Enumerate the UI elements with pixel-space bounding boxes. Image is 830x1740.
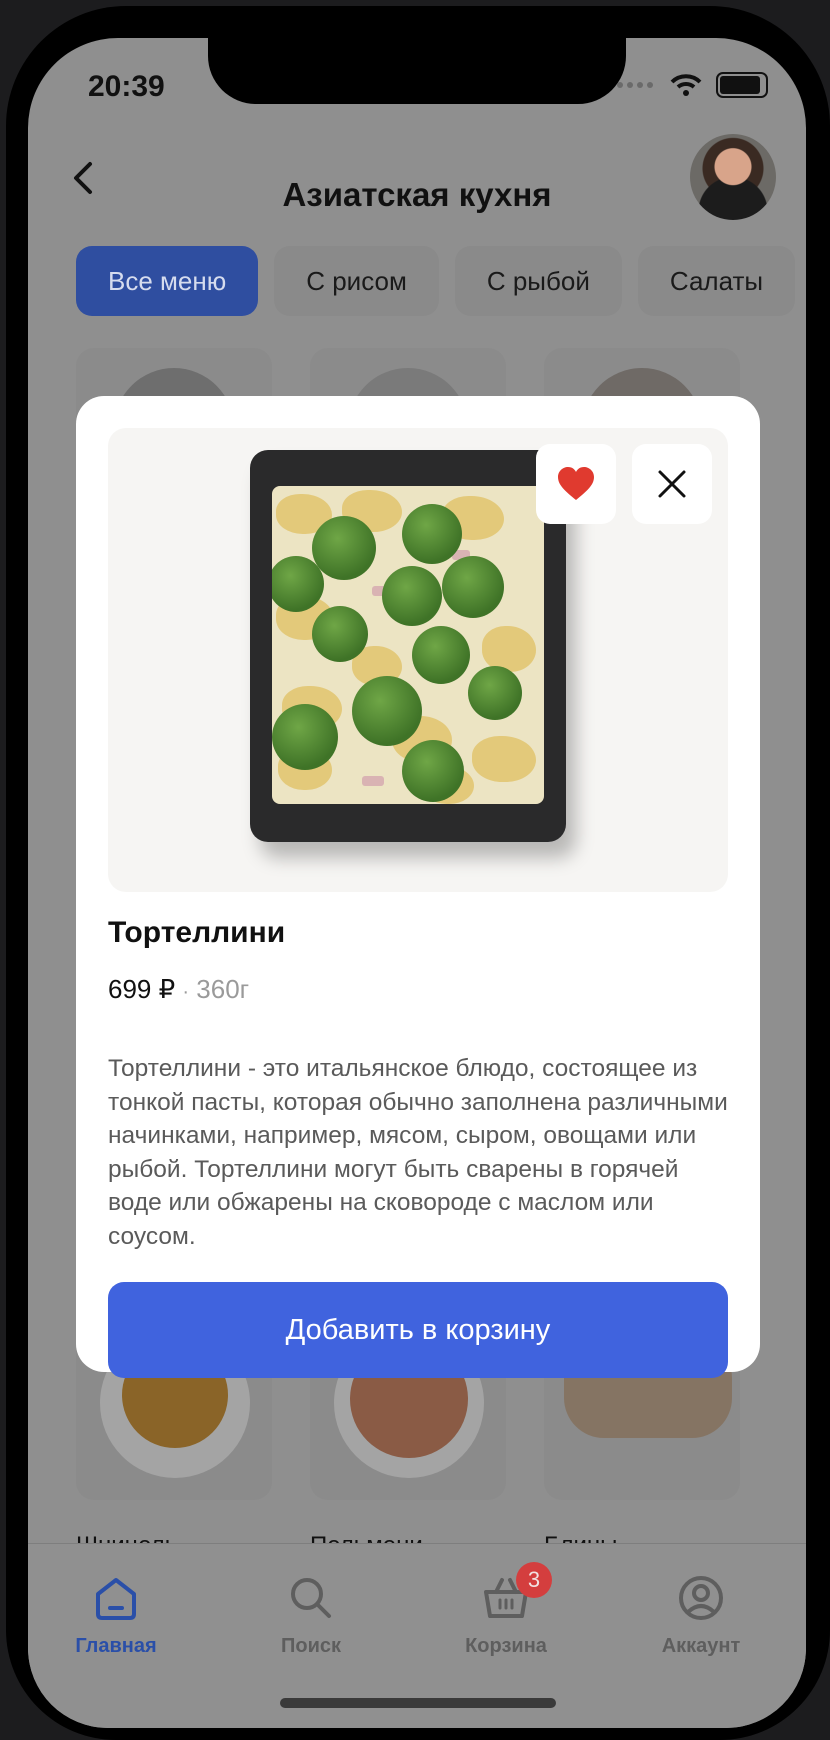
screen: 20:39 Азиатская кухня Все меню С рисом С (28, 38, 806, 1728)
add-to-cart-button[interactable]: Добавить в корзину (108, 1282, 728, 1378)
status-icons (616, 72, 768, 98)
chip-with-fish[interactable]: С рыбой (454, 246, 622, 316)
home-icon (96, 1578, 136, 1620)
tab-cart[interactable]: 3 Корзина (436, 1562, 576, 1658)
cart-badge: 3 (516, 1562, 552, 1598)
close-button[interactable] (632, 444, 712, 524)
tab-search[interactable]: Поиск (241, 1574, 381, 1658)
tab-bar: Главная Поиск 3 Корзина Аккаунт (28, 1543, 806, 1728)
separator: · (182, 981, 190, 1003)
dish-title: Тортеллини (108, 916, 286, 949)
battery-icon (716, 72, 768, 98)
dish-description: Тортеллини - это итальянское блюдо, сост… (108, 1055, 728, 1250)
wifi-icon (670, 74, 702, 96)
signal-icon (617, 82, 653, 88)
favorite-button[interactable] (536, 444, 616, 524)
tab-label: Главная (75, 1635, 157, 1657)
search-icon (291, 1578, 331, 1618)
tab-account[interactable]: Аккаунт (631, 1574, 771, 1658)
status-time: 20:39 (88, 70, 165, 103)
dish-photo (108, 428, 728, 892)
category-chips: Все меню С рисом С рыбой Салаты (76, 246, 796, 316)
home-indicator[interactable] (280, 1698, 556, 1708)
chip-all-menu[interactable]: Все меню (76, 246, 259, 316)
heart-icon (558, 467, 594, 500)
avatar[interactable] (690, 134, 776, 220)
tab-home[interactable]: Главная (46, 1574, 186, 1658)
phone: 20:39 Азиатская кухня Все меню С рисом С (0, 0, 830, 1740)
close-icon (658, 470, 686, 498)
tab-label: Корзина (465, 1635, 547, 1657)
notch (208, 38, 626, 104)
header: Азиатская кухня (28, 138, 806, 238)
account-icon (679, 1576, 723, 1620)
tab-label: Поиск (280, 1635, 342, 1657)
chip-with-rice[interactable]: С рисом (274, 246, 439, 316)
dish-modal: Тортеллини 699 ₽ · 360г Тортеллини - это… (76, 396, 760, 1378)
chip-salads[interactable]: Салаты (637, 246, 796, 316)
dish-price: 699 ₽ (108, 974, 176, 1004)
tray (250, 450, 566, 842)
dish-weight: 360г (196, 974, 250, 1004)
price-row: 699 ₽ · 360г (108, 974, 249, 1005)
tab-label: Аккаунт (661, 1635, 741, 1657)
